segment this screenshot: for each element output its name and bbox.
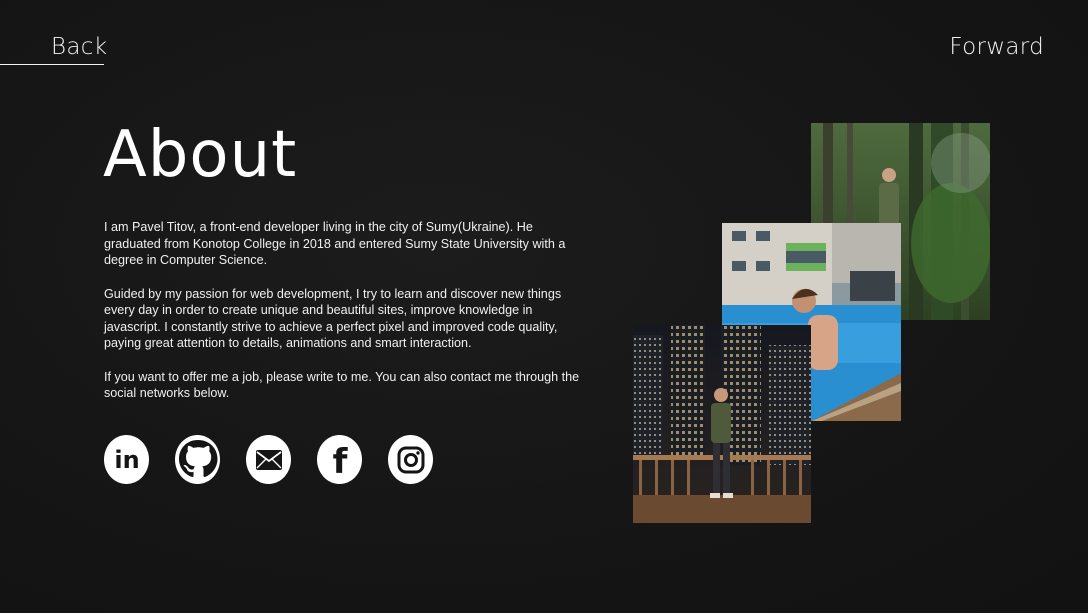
about-paragraph-2: Guided by my passion for web development… [104, 286, 562, 351]
city-photo [633, 325, 811, 523]
social-links: in f [104, 435, 433, 484]
mail-icon [255, 449, 282, 470]
page-title: About [103, 118, 298, 192]
linkedin-icon-text: in [114, 446, 139, 474]
forward-link[interactable]: Forward [949, 34, 1044, 60]
linkedin-icon: in [114, 446, 139, 474]
about-text: I am Pavel Titov, a front-end developer … [104, 219, 586, 419]
back-link-underline [0, 64, 104, 65]
facebook-icon: f [332, 442, 348, 478]
linkedin-button[interactable]: in [104, 435, 149, 484]
github-icon [178, 439, 217, 477]
facebook-icon-text: f [332, 442, 348, 478]
github-button[interactable] [175, 435, 220, 484]
about-paragraph-3: If you want to offer me a job, please wr… [104, 369, 580, 401]
about-page: Back Forward About I am Pavel Titov, a f… [0, 0, 1088, 613]
about-paragraph-1: I am Pavel Titov, a front-end developer … [104, 220, 566, 267]
back-link[interactable]: Back [51, 34, 107, 60]
instagram-icon [397, 446, 424, 473]
instagram-button[interactable] [388, 435, 433, 484]
mail-button[interactable] [246, 435, 291, 484]
facebook-button[interactable]: f [317, 435, 362, 484]
